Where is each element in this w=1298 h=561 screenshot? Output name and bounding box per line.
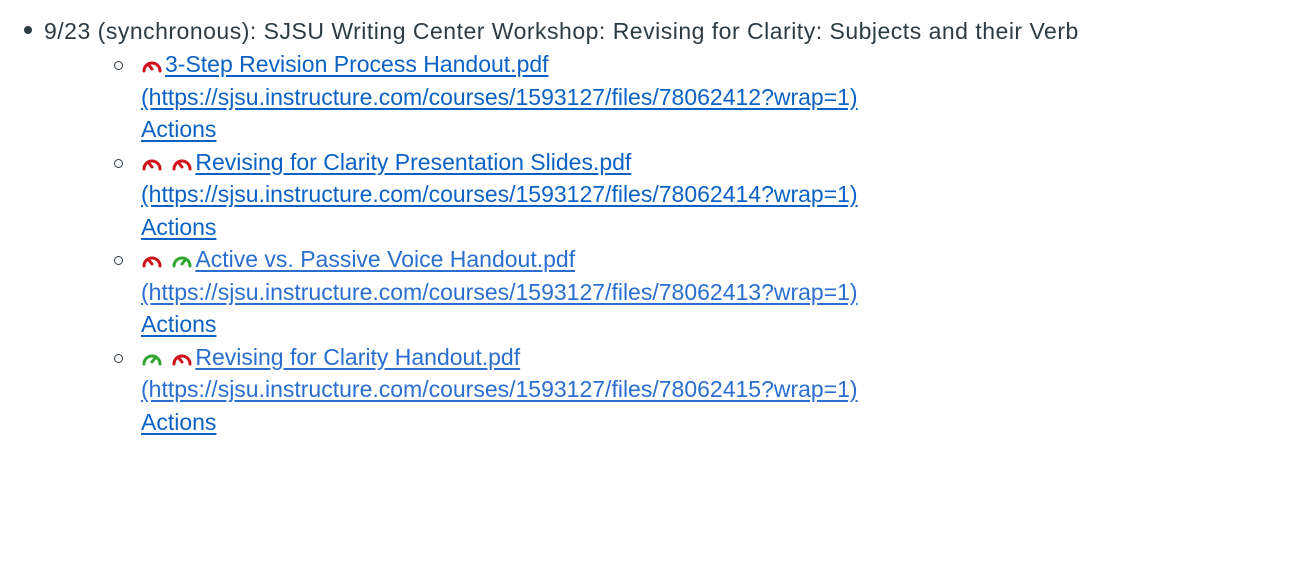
accessibility-indicators (141, 341, 195, 374)
file-title-link[interactable]: Revising for Clarity Presentation Slides… (195, 149, 631, 175)
actions-link[interactable]: Actions (141, 409, 216, 435)
bullet-circle (114, 158, 123, 168)
bullet-dot (24, 26, 32, 34)
accessibility-indicators (141, 146, 195, 179)
file-title-link[interactable]: Active vs. Passive Voice Handout.pdf (195, 246, 575, 272)
file-title-link[interactable]: Revising for Clarity Handout.pdf (195, 344, 520, 370)
green-gauge-icon[interactable] (171, 251, 193, 269)
bullet-circle (114, 353, 123, 363)
file-title-link[interactable]: 3-Step Revision Process Handout.pdf (165, 51, 549, 77)
red-gauge-icon[interactable] (141, 251, 163, 269)
bullet-circle (114, 256, 123, 265)
file-url-link[interactable]: (https://sjsu.instructure.com/courses/15… (141, 181, 858, 207)
file-url-link[interactable]: (https://sjsu.instructure.com/courses/15… (141, 376, 858, 402)
red-gauge-icon[interactable] (171, 154, 193, 172)
accessibility-indicators (141, 48, 165, 81)
file-list: 3-Step Revision Process Handout.pdf (htt… (44, 48, 1298, 438)
red-gauge-icon[interactable] (141, 56, 163, 74)
workshop-list: 9/23 (synchronous): SJSU Writing Center … (0, 0, 1298, 438)
file-item: 3-Step Revision Process Handout.pdf (htt… (44, 48, 1298, 146)
accessibility-indicators (141, 243, 195, 276)
workshop-item: 9/23 (synchronous): SJSU Writing Center … (0, 0, 1298, 438)
red-gauge-icon[interactable] (171, 349, 193, 367)
actions-link[interactable]: Actions (141, 214, 216, 240)
actions-link[interactable]: Actions (141, 311, 216, 337)
green-gauge-icon[interactable] (141, 349, 163, 367)
file-url-link[interactable]: (https://sjsu.instructure.com/courses/15… (141, 84, 858, 110)
red-gauge-icon[interactable] (141, 154, 163, 172)
file-url-link[interactable]: (https://sjsu.instructure.com/courses/15… (141, 279, 858, 305)
file-item: Revising for Clarity Presentation Slides… (44, 146, 1298, 244)
workshop-title: 9/23 (synchronous): SJSU Writing Center … (44, 18, 1079, 44)
file-item: Revising for Clarity Handout.pdf (https:… (44, 341, 1298, 439)
actions-link[interactable]: Actions (141, 116, 216, 142)
file-item: Active vs. Passive Voice Handout.pdf (ht… (44, 243, 1298, 341)
bullet-circle (114, 61, 123, 70)
